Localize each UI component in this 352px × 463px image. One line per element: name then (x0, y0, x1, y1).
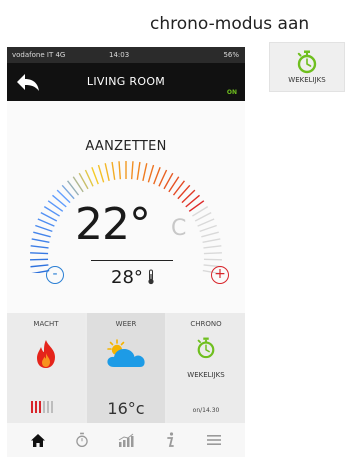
dial-tick (30, 258, 49, 261)
battery-label: 56% (223, 51, 239, 59)
power-status[interactable]: ON (227, 89, 237, 96)
decrease-button[interactable]: - (46, 266, 64, 284)
current-temperature: 22° (75, 199, 151, 250)
phone-screen: vodafone IT 4G 14:03 56% LIVING ROOM ON … (7, 47, 245, 457)
dial-tick (31, 238, 50, 244)
dial-tick (194, 212, 212, 222)
power-level-bar (51, 401, 53, 413)
dial-tick (199, 224, 217, 233)
home-icon (31, 433, 45, 447)
dial-tick (130, 161, 134, 180)
dial-tick (202, 238, 221, 244)
power-level-bar (35, 401, 37, 413)
badge-label: WEKELIJKS (288, 76, 326, 84)
dial-tick (78, 172, 89, 190)
header-bar: LIVING ROOM ON (7, 63, 245, 101)
power-level-bar (31, 401, 33, 413)
dial-tick (84, 169, 94, 187)
dial-tick (147, 164, 155, 183)
nav-stats[interactable] (115, 429, 137, 451)
dial-tick (136, 161, 141, 180)
bottom-nav (7, 423, 245, 457)
nav-info[interactable] (159, 429, 181, 451)
dial-tick (30, 252, 49, 255)
weather-tile[interactable]: WEER 16°c (87, 313, 165, 423)
status-bar: vodafone IT 4G 14:03 56% (7, 47, 245, 63)
temperature-unit: C (171, 216, 187, 241)
dial-tick (104, 163, 110, 182)
dial-tick (201, 231, 219, 238)
menu-icon (207, 435, 221, 445)
nav-home[interactable] (27, 429, 49, 451)
dial-tick (203, 245, 222, 249)
outdoor-temperature: 16°c (107, 399, 145, 418)
dial-tick (153, 167, 161, 185)
increase-button[interactable]: + (211, 266, 229, 284)
dial-tick (197, 218, 215, 227)
nav-chrono[interactable] (71, 429, 93, 451)
chrono-icon (76, 432, 88, 448)
dial-tick (203, 252, 222, 255)
dial-tick (163, 172, 174, 190)
room-title: LIVING ROOM (86, 75, 166, 88)
dial-tick (142, 163, 148, 182)
dial-tick (30, 264, 49, 268)
stats-icon (118, 433, 134, 447)
power-level-bars (31, 401, 53, 413)
power-level-bar (43, 401, 45, 413)
chrono-mode: WEKELIJKS (187, 371, 225, 379)
dial-tick (35, 224, 53, 233)
caption: chrono-modus aan (150, 14, 310, 34)
dial-tick (97, 164, 105, 183)
weather-tile-title: WEER (115, 320, 137, 328)
chrono-tile-title: CHRONO (190, 320, 222, 328)
weather-icon (107, 339, 145, 367)
chrono-on-time: on/14.30 (192, 407, 220, 414)
clock: 14:03 (109, 51, 130, 59)
dial-tick (37, 218, 55, 227)
dial-tick (111, 161, 116, 180)
status-tiles: MACHT WEER 16°c CHRONO WEKELIJKS on/14.3… (7, 313, 245, 423)
dial-tick (33, 231, 51, 238)
power-tile-title: MACHT (33, 320, 59, 328)
info-icon (167, 432, 174, 447)
thermometer-icon (148, 269, 154, 285)
stopwatch-icon (297, 50, 317, 74)
power-level-bar (47, 401, 49, 413)
dial-tick (118, 161, 122, 180)
chrono-tile[interactable]: CHRONO WEKELIJKS on/14.30 (167, 313, 245, 423)
dial-tick (91, 167, 99, 185)
nav-menu[interactable] (203, 429, 225, 451)
dial-tick (203, 258, 222, 261)
chrono-weekly-badge: WEKELIJKS (269, 42, 345, 92)
dial-tick (158, 169, 168, 187)
carrier-label: vodafone IT 4G (12, 51, 66, 59)
thermostat-panel: AANZETTEN 22° C - 28° + (7, 101, 245, 313)
target-temperature: 28° (111, 267, 143, 288)
state-label: AANZETTEN (85, 139, 167, 154)
power-level-bar (39, 401, 41, 413)
flame-icon (37, 340, 55, 368)
dial-tick (40, 212, 58, 222)
stopwatch-icon (197, 337, 215, 359)
dial-tick (30, 245, 49, 249)
divider (91, 260, 173, 261)
power-tile[interactable]: MACHT (7, 313, 85, 423)
